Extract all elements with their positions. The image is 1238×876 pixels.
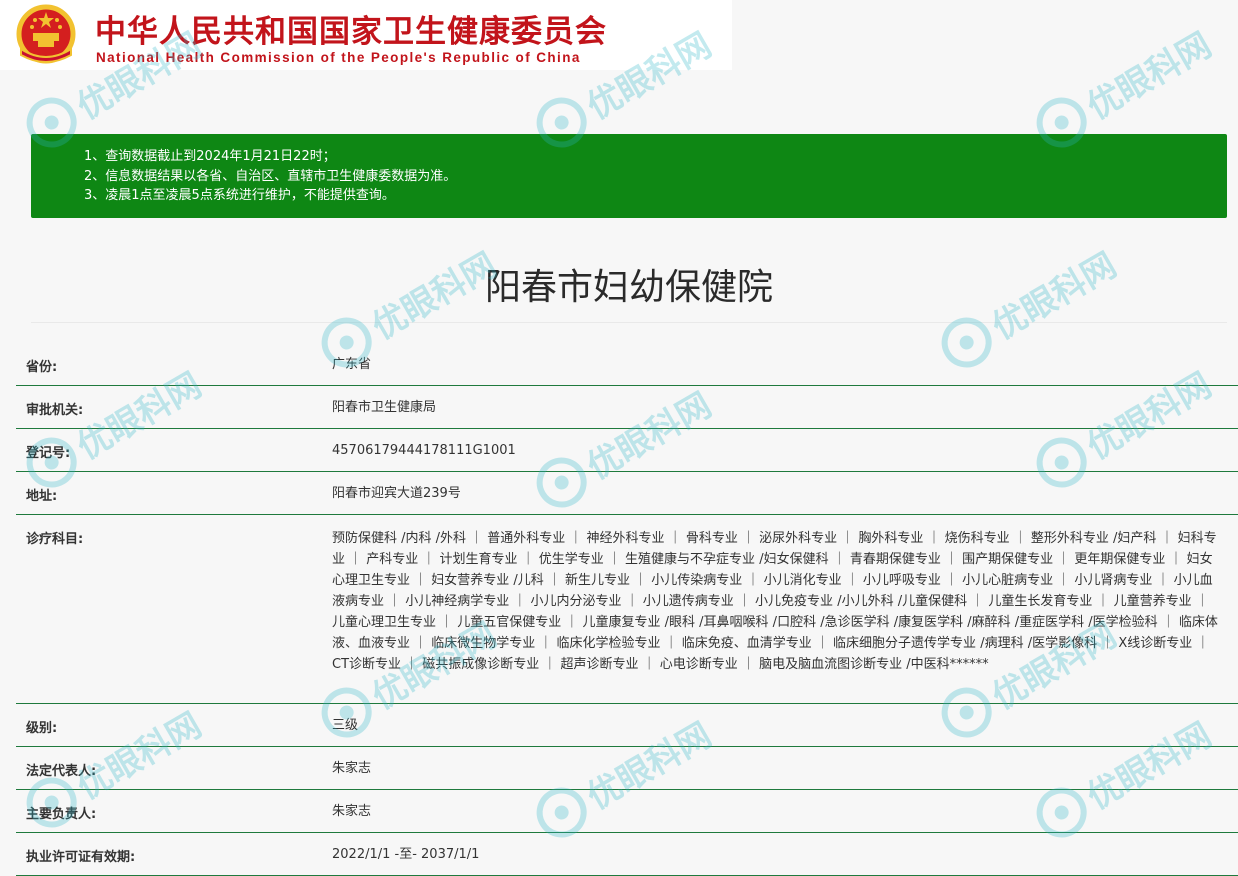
- institution-info-table: 省份: 广东省 审批机关: 阳春市卫生健康局 登记号: 457061794441…: [16, 343, 1238, 876]
- info-label: 地址:: [26, 489, 58, 504]
- info-value: 阳春市卫生健康局: [332, 400, 437, 415]
- title-divider: [31, 322, 1227, 323]
- info-label: 省份:: [26, 360, 58, 375]
- notice-list: 1、查询数据截止到2024年1月21日22时； 2、信息数据结果以各省、自治区、…: [84, 147, 456, 206]
- info-label: 诊疗科目:: [26, 532, 84, 547]
- info-value: 2022/1/1 -至- 2037/1/1: [332, 847, 480, 862]
- national-emblem-icon: [16, 4, 76, 64]
- site-title-en: National Health Commission of the People…: [96, 50, 581, 65]
- notice-banner: 1、查询数据截止到2024年1月21日22时； 2、信息数据结果以各省、自治区、…: [31, 134, 1227, 218]
- info-value: 朱家志: [332, 804, 372, 819]
- info-label: 级别:: [26, 721, 58, 736]
- watermark-text: 优眼科网: [1080, 24, 1219, 128]
- info-row-license-validity: 执业许可证有效期: 2022/1/1 -至- 2037/1/1: [16, 833, 1238, 876]
- info-row-registration-number: 登记号: 45706179444178111G1001: [16, 429, 1238, 472]
- institution-title: 阳春市妇幼保健院: [484, 267, 773, 308]
- info-label: 登记号:: [26, 446, 71, 461]
- info-row-principal: 主要负责人: 朱家志: [16, 790, 1238, 833]
- site-header: 中华人民共和国国家卫生健康委员会 National Health Commiss…: [0, 0, 732, 70]
- info-label: 主要负责人:: [26, 807, 97, 822]
- info-row-legal-representative: 法定代表人: 朱家志: [16, 747, 1238, 790]
- info-row-province: 省份: 广东省: [16, 343, 1238, 386]
- info-row-departments: 诊疗科目: 预防保健科 /内科 /外科 ｜ 普通外科专业 ｜ 神经外科专业 ｜ …: [16, 515, 1238, 704]
- site-title-cn: 中华人民共和国国家卫生健康委员会: [95, 14, 607, 50]
- info-row-level: 级别: 三级: [16, 704, 1238, 747]
- info-label: 执业许可证有效期:: [26, 850, 136, 865]
- notice-item: 1、查询数据截止到2024年1月21日22时；: [84, 149, 336, 164]
- info-label: 法定代表人:: [26, 764, 97, 779]
- info-value: 三级: [332, 718, 359, 733]
- info-value: 45706179444178111G1001: [332, 443, 516, 458]
- info-value: 预防保健科 /内科 /外科 ｜ 普通外科专业 ｜ 神经外科专业 ｜ 骨科专业 ｜…: [332, 531, 1218, 672]
- notice-item: 3、凌晨1点至凌晨5点系统进行维护，不能提供查询。: [84, 188, 395, 203]
- info-row-address: 地址: 阳春市迎宾大道239号: [16, 472, 1238, 515]
- notice-item: 2、信息数据结果以各省、自治区、直辖市卫生健康委数据为准。: [84, 168, 457, 184]
- info-value: 阳春市迎宾大道239号: [332, 486, 461, 501]
- info-value: 朱家志: [332, 761, 372, 776]
- info-row-approval-authority: 审批机关: 阳春市卫生健康局: [16, 386, 1238, 429]
- info-value: 广东省: [332, 357, 372, 372]
- info-label: 审批机关:: [26, 403, 84, 418]
